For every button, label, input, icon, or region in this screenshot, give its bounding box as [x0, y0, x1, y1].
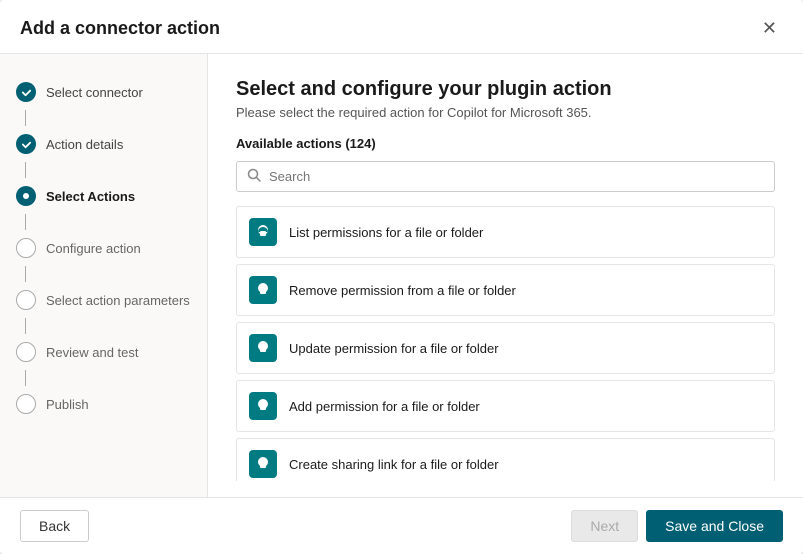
- list-item[interactable]: Remove permission from a file or folder: [236, 264, 775, 316]
- sidebar-item-select-actions: Select Actions: [0, 178, 207, 214]
- action-text-1: List permissions for a file or folder: [289, 225, 483, 240]
- footer-left: Back: [20, 510, 89, 542]
- content-title: Select and configure your plugin action: [236, 78, 775, 101]
- step-label-select-action-parameters: Select action parameters: [46, 293, 190, 308]
- available-label: Available actions (124): [236, 136, 775, 151]
- sidebar-item-configure-action: Configure action: [0, 230, 207, 266]
- sidebar: Select connector Action details Select A…: [0, 54, 208, 497]
- step-label-select-connector: Select connector: [46, 85, 143, 100]
- modal: Add a connector action ✕ Select connecto…: [0, 0, 803, 554]
- search-icon: [247, 168, 261, 185]
- step-label-publish: Publish: [46, 397, 89, 412]
- action-icon-2: [249, 276, 277, 304]
- action-text-3: Update permission for a file or folder: [289, 341, 499, 356]
- modal-header: Add a connector action ✕: [0, 0, 803, 54]
- connector-5: [25, 318, 26, 334]
- action-text-5: Create sharing link for a file or folder: [289, 457, 499, 472]
- sidebar-item-select-connector: Select connector: [0, 74, 207, 110]
- step-circle-select-actions: [16, 186, 36, 206]
- action-icon-3: [249, 334, 277, 362]
- action-icon-1: [249, 218, 277, 246]
- footer-right: Next Save and Close: [571, 510, 783, 542]
- modal-body: Select connector Action details Select A…: [0, 54, 803, 497]
- list-item[interactable]: Add permission for a file or folder: [236, 380, 775, 432]
- save-and-close-button[interactable]: Save and Close: [646, 510, 783, 542]
- list-item[interactable]: Create sharing link for a file or folder: [236, 438, 775, 481]
- search-box: [236, 161, 775, 192]
- sidebar-item-action-details: Action details: [0, 126, 207, 162]
- action-text-2: Remove permission from a file or folder: [289, 283, 516, 298]
- actions-list: List permissions for a file or folder Re…: [236, 206, 775, 481]
- main-content: Select and configure your plugin action …: [208, 54, 803, 497]
- action-icon-5: [249, 450, 277, 478]
- action-icon-4: [249, 392, 277, 420]
- sidebar-item-review-and-test: Review and test: [0, 334, 207, 370]
- step-circle-publish: [16, 394, 36, 414]
- step-label-select-actions: Select Actions: [46, 189, 135, 204]
- content-subtitle: Please select the required action for Co…: [236, 105, 775, 120]
- connector-3: [25, 214, 26, 230]
- step-circle-select-connector: [16, 82, 36, 102]
- step-label-action-details: Action details: [46, 137, 123, 152]
- step-label-review-and-test: Review and test: [46, 345, 139, 360]
- step-circle-configure-action: [16, 238, 36, 258]
- list-item[interactable]: Update permission for a file or folder: [236, 322, 775, 374]
- sidebar-item-publish: Publish: [0, 386, 207, 422]
- connector-6: [25, 370, 26, 386]
- back-button[interactable]: Back: [20, 510, 89, 542]
- search-input[interactable]: [269, 169, 764, 184]
- connector-4: [25, 266, 26, 282]
- next-button[interactable]: Next: [571, 510, 638, 542]
- step-circle-action-details: [16, 134, 36, 154]
- modal-title: Add a connector action: [20, 18, 220, 39]
- step-circle-select-action-parameters: [16, 290, 36, 310]
- content-area: Select and configure your plugin action …: [208, 54, 803, 497]
- modal-footer: Back Next Save and Close: [0, 497, 803, 554]
- step-label-configure-action: Configure action: [46, 241, 141, 256]
- connector-2: [25, 162, 26, 178]
- sidebar-item-select-action-parameters: Select action parameters: [0, 282, 207, 318]
- action-text-4: Add permission for a file or folder: [289, 399, 480, 414]
- close-button[interactable]: ✕: [756, 16, 783, 41]
- list-item[interactable]: List permissions for a file or folder: [236, 206, 775, 258]
- connector-1: [25, 110, 26, 126]
- step-circle-review-and-test: [16, 342, 36, 362]
